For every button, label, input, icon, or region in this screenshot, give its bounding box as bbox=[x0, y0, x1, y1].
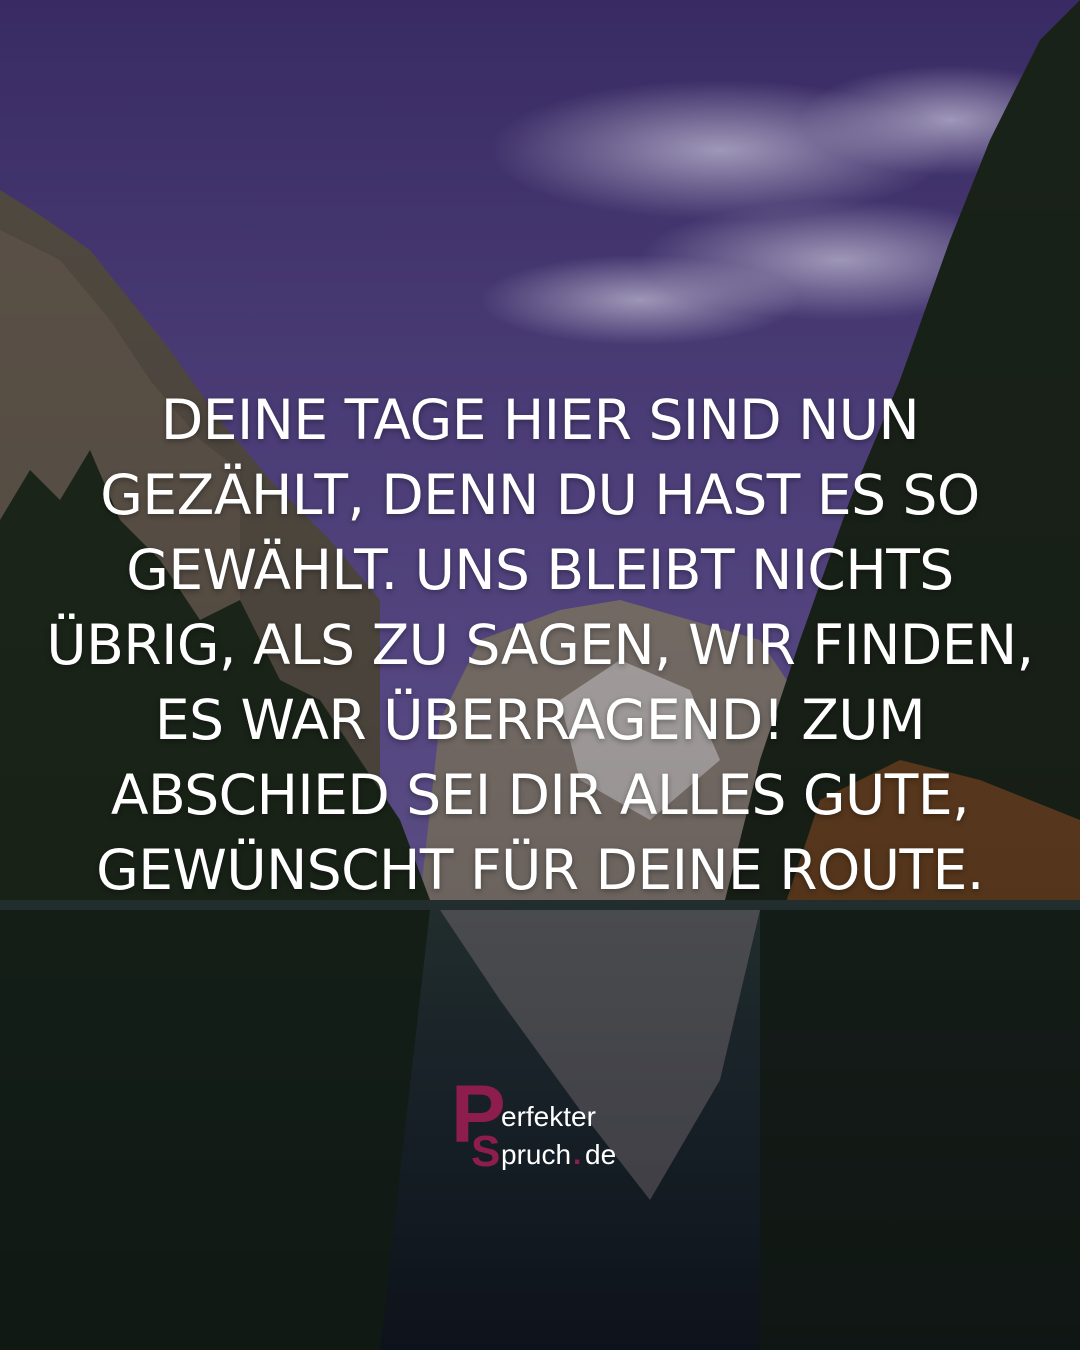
logo-dot: . bbox=[573, 1138, 581, 1171]
quote-text: Deine Tage hier sind nun gezählt, denn d… bbox=[46, 387, 1034, 902]
quote-area: Deine Tage hier sind nun gezählt, denn d… bbox=[40, 380, 1040, 910]
logo-tld: de bbox=[585, 1139, 616, 1170]
quote-card: Deine Tage hier sind nun gezählt, denn d… bbox=[0, 0, 1080, 1350]
logo-initial-s: S bbox=[471, 1127, 500, 1174]
logo-word-erfekter: erfekter bbox=[501, 1101, 596, 1132]
logo-word-pruch: pruch bbox=[501, 1139, 571, 1170]
perfekter-spruch-logo: P S erfekter pruch . de bbox=[451, 1074, 616, 1174]
